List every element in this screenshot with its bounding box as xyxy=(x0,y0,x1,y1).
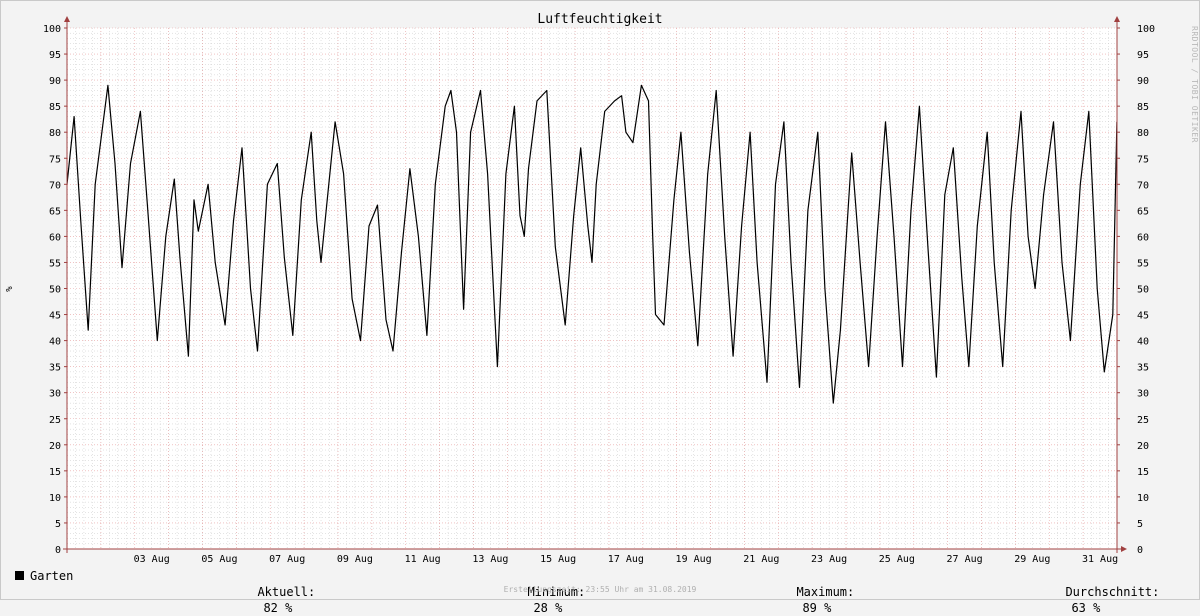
y-tick-label-left: 100 xyxy=(43,24,61,35)
watermark: RRDTOOL / TOBI OETIKER xyxy=(1190,26,1199,143)
x-tick-label: 19 Aug xyxy=(676,554,712,565)
y-tick-label-left: 55 xyxy=(49,258,61,269)
x-tick-label: 25 Aug xyxy=(879,554,915,565)
y-tick-label-right: 20 xyxy=(1137,441,1149,452)
y-tick-label-left: 45 xyxy=(49,311,61,322)
y-tick-label-left: 90 xyxy=(49,76,61,87)
legend-current-value: 82 % xyxy=(263,601,293,615)
x-tick-label: 29 Aug xyxy=(1014,554,1050,565)
x-tick-label: 17 Aug xyxy=(608,554,644,565)
y-tick-label-left: 10 xyxy=(49,493,61,504)
y-tick-label-right: 90 xyxy=(1137,76,1149,87)
legend-series-name: Garten xyxy=(30,569,74,583)
y-tick-label-left: 35 xyxy=(49,363,61,374)
legend-min-value: 28 % xyxy=(533,601,563,615)
legend-average: Durchschnitt: 63 % xyxy=(1051,568,1159,615)
y-tick-label-left: 20 xyxy=(49,441,61,452)
y-tick-label-left: 5 xyxy=(55,519,61,530)
legend-swatch xyxy=(15,571,24,580)
y-tick-label-left: 15 xyxy=(49,467,61,478)
y-tick-label-right: 5 xyxy=(1137,519,1143,530)
y-tick-label-right: 55 xyxy=(1137,258,1149,269)
x-tick-label: 13 Aug xyxy=(472,554,508,565)
y-tick-label-left: 80 xyxy=(49,128,61,139)
x-tick-label: 09 Aug xyxy=(337,554,373,565)
y-tick-label-right: 45 xyxy=(1137,311,1149,322)
legend-avg-value: 63 % xyxy=(1071,601,1101,615)
humidity-chart: Luftfeuchtigkeit % 051015202530354045505… xyxy=(5,12,1155,565)
x-tick-label: 11 Aug xyxy=(405,554,441,565)
y-tick-label-right: 100 xyxy=(1137,24,1155,35)
x-tick-label: 31 Aug xyxy=(1082,554,1118,565)
y-tick-label-right: 80 xyxy=(1137,128,1149,139)
y-tick-label-right: 35 xyxy=(1137,363,1149,374)
y-ticks-right: 0 5 10 15 20 25 30 35 40 45 50 55 60 65 70 75 80 85 90 95 10… xyxy=(1117,24,1155,556)
legend-maximum: Maximum: 89 % xyxy=(782,568,854,615)
x-axis-arrow xyxy=(1121,546,1127,552)
y-axis-label: % xyxy=(5,286,15,292)
x-tick-label: 15 Aug xyxy=(540,554,576,565)
x-ticks: 03 Aug 05 Aug 07 Aug 09 Aug 11 Aug 13 Aug 15 A… xyxy=(134,554,1119,565)
x-tick-label: 07 Aug xyxy=(269,554,305,565)
y-tick-label-left: 0 xyxy=(55,545,61,556)
y-tick-label-right: 95 xyxy=(1137,50,1149,61)
y-tick-label-right: 10 xyxy=(1137,493,1149,504)
y-tick-label-right: 15 xyxy=(1137,467,1149,478)
legend-minimum: Minimum: 28 % xyxy=(513,568,585,615)
footer-timestamp: Erstellungszeit: 23:55 Uhr am 31.08.2019 xyxy=(503,585,697,594)
y-tick-label-left: 30 xyxy=(49,389,61,400)
y-tick-label-right: 30 xyxy=(1137,389,1149,400)
y-tick-label-right: 70 xyxy=(1137,180,1149,191)
y-tick-label-right: 65 xyxy=(1137,206,1149,217)
y-tick-label-left: 65 xyxy=(49,206,61,217)
y-tick-label-right: 40 xyxy=(1137,337,1149,348)
x-tick-label: 27 Aug xyxy=(947,554,983,565)
y-tick-label-right: 50 xyxy=(1137,285,1149,296)
y-tick-label-left: 85 xyxy=(49,102,61,113)
x-tick-label: 21 Aug xyxy=(743,554,779,565)
x-tick-label: 03 Aug xyxy=(134,554,170,565)
y-tick-label-right: 60 xyxy=(1137,232,1149,243)
y-axis-arrow-right xyxy=(1114,16,1120,22)
y-ticks-left: 0 5 10 15 20 25 30 35 40 45 50 55 60 65 70 75 80 85 90 95 10… xyxy=(43,24,67,556)
y-tick-label-left: 50 xyxy=(49,285,61,296)
y-tick-label-right: 85 xyxy=(1137,102,1149,113)
legend-current: Aktuell: 82 % xyxy=(243,568,315,615)
y-tick-label-right: 25 xyxy=(1137,415,1149,426)
y-tick-label-left: 70 xyxy=(49,180,61,191)
x-tick-label: 23 Aug xyxy=(811,554,847,565)
y-axis-arrow-left xyxy=(64,16,70,22)
x-tick-label: 05 Aug xyxy=(201,554,237,565)
y-tick-label-right: 75 xyxy=(1137,154,1149,165)
chart-title: Luftfeuchtigkeit xyxy=(537,12,662,27)
y-tick-label-left: 25 xyxy=(49,415,61,426)
y-tick-label-right: 0 xyxy=(1137,545,1143,556)
y-tick-label-left: 40 xyxy=(49,337,61,348)
y-tick-label-left: 95 xyxy=(49,50,61,61)
legend-max-value: 89 % xyxy=(802,601,832,615)
y-tick-label-left: 75 xyxy=(49,154,61,165)
y-tick-label-left: 60 xyxy=(49,232,61,243)
